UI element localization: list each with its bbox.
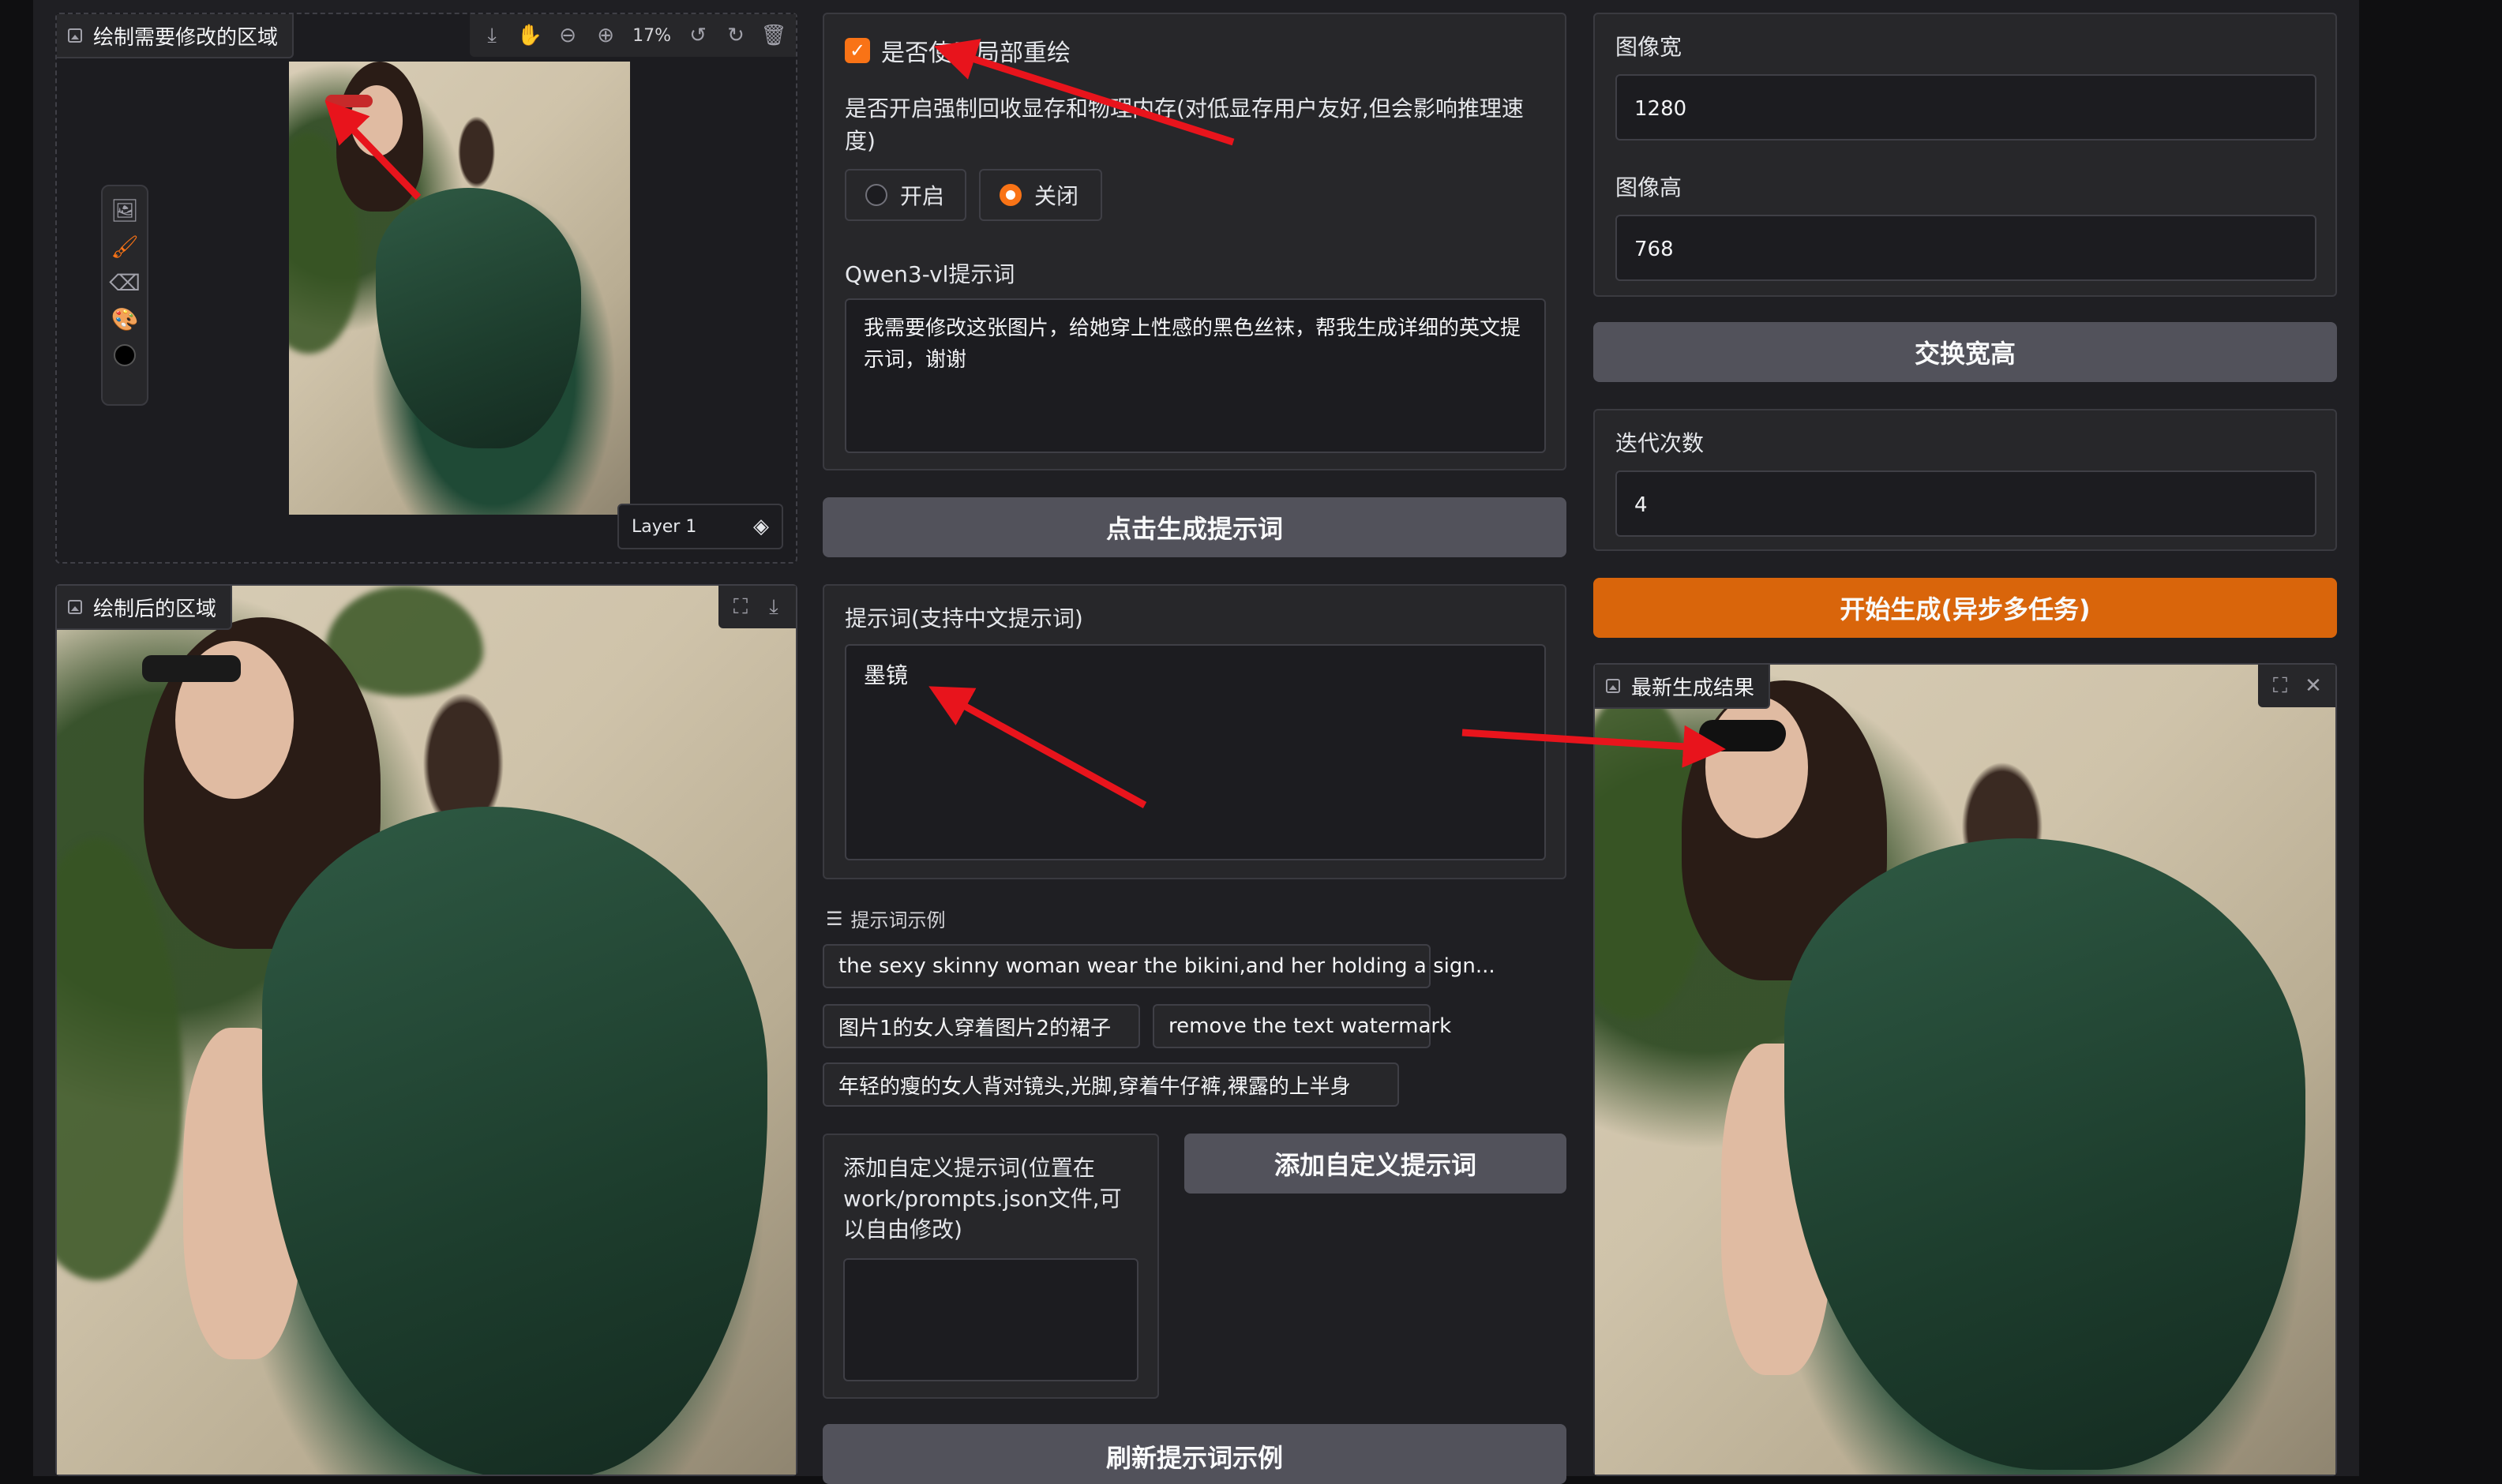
- example-chip[interactable]: 图片1的女人穿着图片2的裙子: [823, 1004, 1140, 1048]
- custom-prompt-textarea[interactable]: [843, 1258, 1138, 1381]
- image-icon: [68, 600, 82, 614]
- mask-stroke: [325, 95, 373, 107]
- list-icon: ☰: [826, 907, 843, 930]
- close-icon[interactable]: ✕: [2302, 674, 2324, 698]
- zoom-level: 17%: [632, 25, 671, 46]
- download-icon[interactable]: ⤓: [763, 595, 785, 619]
- brush-color-swatch[interactable]: [114, 344, 136, 366]
- checkmark-icon[interactable]: ✓: [845, 38, 870, 63]
- add-custom-prompt-button[interactable]: 添加自定义提示词: [1184, 1134, 1566, 1194]
- latest-result-toolbar: ⛶ ✕: [2258, 665, 2335, 707]
- start-generation-button[interactable]: 开始生成(异步多任务): [1593, 578, 2337, 638]
- undo-icon[interactable]: ↺: [687, 24, 709, 47]
- image-icon: [1606, 679, 1620, 693]
- qwen-prompt-textarea[interactable]: 我需要修改这张图片，给她穿上性感的黑色丝袜，帮我生成详细的英文提示词，谢谢: [845, 298, 1546, 453]
- settings-group: ✓ 是否使用局部重绘 是否开启强制回收显存和物理内存(对低显存用户友好,但会影响…: [823, 13, 1566, 470]
- image-editor[interactable]: 绘制需要修改的区域 ⤓ ✋ ⊖ ⊕ 17% ↺ ↻ 🗑 🖼 🖌 ⌫ 🎨 Laye…: [55, 13, 797, 564]
- layer-selector[interactable]: Layer 1 ◈: [617, 504, 783, 549]
- width-input[interactable]: 1280: [1615, 74, 2316, 141]
- drawn-region-label: 绘制后的区域: [57, 586, 233, 630]
- generate-prompt-button[interactable]: 点击生成提示词: [823, 497, 1566, 557]
- size-group: 图像宽 1280 图像高 768: [1593, 13, 2337, 297]
- width-label: 图像宽: [1615, 34, 1682, 60]
- dress: [262, 807, 767, 1475]
- prompt-label: 提示词(支持中文提示词): [845, 605, 1083, 631]
- example-chip[interactable]: 年轻的瘦的女人背对镜头,光脚,穿着牛仔裤,裸露的上半身: [823, 1062, 1399, 1107]
- example-chip[interactable]: the sexy skinny woman wear the bikini,an…: [823, 944, 1495, 988]
- palette-icon[interactable]: 🎨: [111, 306, 139, 332]
- eraser-icon[interactable]: ⌫: [109, 270, 141, 296]
- draw-tools-panel: 🖼 🖌 ⌫ 🎨: [101, 185, 148, 406]
- censor-bar: [142, 655, 241, 682]
- redo-icon[interactable]: ↻: [725, 24, 747, 47]
- height-input[interactable]: 768: [1615, 215, 2316, 281]
- iterations-input[interactable]: 4: [1615, 470, 2316, 537]
- examples-header: ☰ 提示词示例: [826, 907, 946, 932]
- radio-selected-icon: [1000, 184, 1022, 206]
- zoom-in-icon[interactable]: ⊕: [595, 24, 617, 47]
- sunglasses: [1699, 720, 1786, 751]
- qwen-prompt-label: Qwen3-vl提示词: [845, 261, 1015, 287]
- custom-prompt-label: 添加自定义提示词(位置在work/prompts.json文件,可以自由修改): [843, 1155, 1122, 1243]
- height-label: 图像高: [1615, 174, 1682, 200]
- drawn-result-image: [57, 586, 796, 1475]
- brush-icon[interactable]: 🖌: [111, 234, 139, 260]
- partial-redraw-checkbox[interactable]: ✓ 是否使用局部重绘: [845, 33, 1071, 68]
- radio-on[interactable]: 开启: [845, 169, 966, 221]
- layers-icon: ◈: [753, 515, 769, 538]
- trash-icon[interactable]: 🗑: [761, 24, 787, 47]
- latest-result-label: 最新生成结果: [1595, 665, 1771, 709]
- app-window: 绘制需要修改的区域 ⤓ ✋ ⊖ ⊕ 17% ↺ ↻ 🗑 🖼 🖌 ⌫ 🎨 Laye…: [33, 0, 2359, 1484]
- radio-off[interactable]: 关闭: [979, 169, 1102, 221]
- radio-circle-icon: [865, 184, 887, 206]
- example-chip[interactable]: remove the text watermark: [1153, 1004, 1451, 1048]
- swap-size-button[interactable]: 交换宽高: [1593, 322, 2337, 382]
- image-icon: [68, 28, 82, 43]
- editor-canvas-image[interactable]: [289, 62, 630, 515]
- zoom-out-icon[interactable]: ⊖: [557, 24, 579, 47]
- drawn-region-toolbar: ⛶ ⤓: [718, 586, 796, 628]
- latest-result-image: [1595, 665, 2335, 1475]
- dress: [376, 188, 581, 448]
- fullscreen-icon[interactable]: ⛶: [730, 595, 752, 619]
- editor-label: 绘制需要修改的区域: [57, 14, 294, 58]
- drawn-region-panel: 绘制后的区域 ⛶ ⤓: [55, 584, 797, 1476]
- latest-result-panel: 最新生成结果 ⛶ ✕: [1593, 663, 2337, 1476]
- custom-prompt-group: 添加自定义提示词(位置在work/prompts.json文件,可以自由修改): [823, 1134, 1159, 1399]
- download-icon[interactable]: ⤓: [481, 24, 503, 47]
- prompt-group: 提示词(支持中文提示词) 墨镜: [823, 584, 1566, 879]
- memory-option-label: 是否开启强制回收显存和物理内存(对低显存用户友好,但会影响推理速度): [845, 96, 1524, 154]
- plant-leaves: [57, 838, 183, 1280]
- image-upload-icon[interactable]: 🖼: [111, 197, 139, 223]
- refresh-examples-button[interactable]: 刷新提示词示例: [823, 1424, 1566, 1484]
- pan-hand-icon[interactable]: ✋: [517, 24, 542, 47]
- dress: [1784, 838, 2305, 1470]
- fullscreen-icon[interactable]: ⛶: [2269, 674, 2291, 698]
- iterations-group: 迭代次数 4: [1593, 409, 2337, 551]
- iterations-label: 迭代次数: [1615, 430, 1705, 456]
- editor-toolbar: ⤓ ✋ ⊖ ⊕ 17% ↺ ↻ 🗑: [470, 14, 796, 57]
- face: [1705, 696, 1808, 838]
- prompt-textarea[interactable]: 墨镜: [845, 644, 1546, 860]
